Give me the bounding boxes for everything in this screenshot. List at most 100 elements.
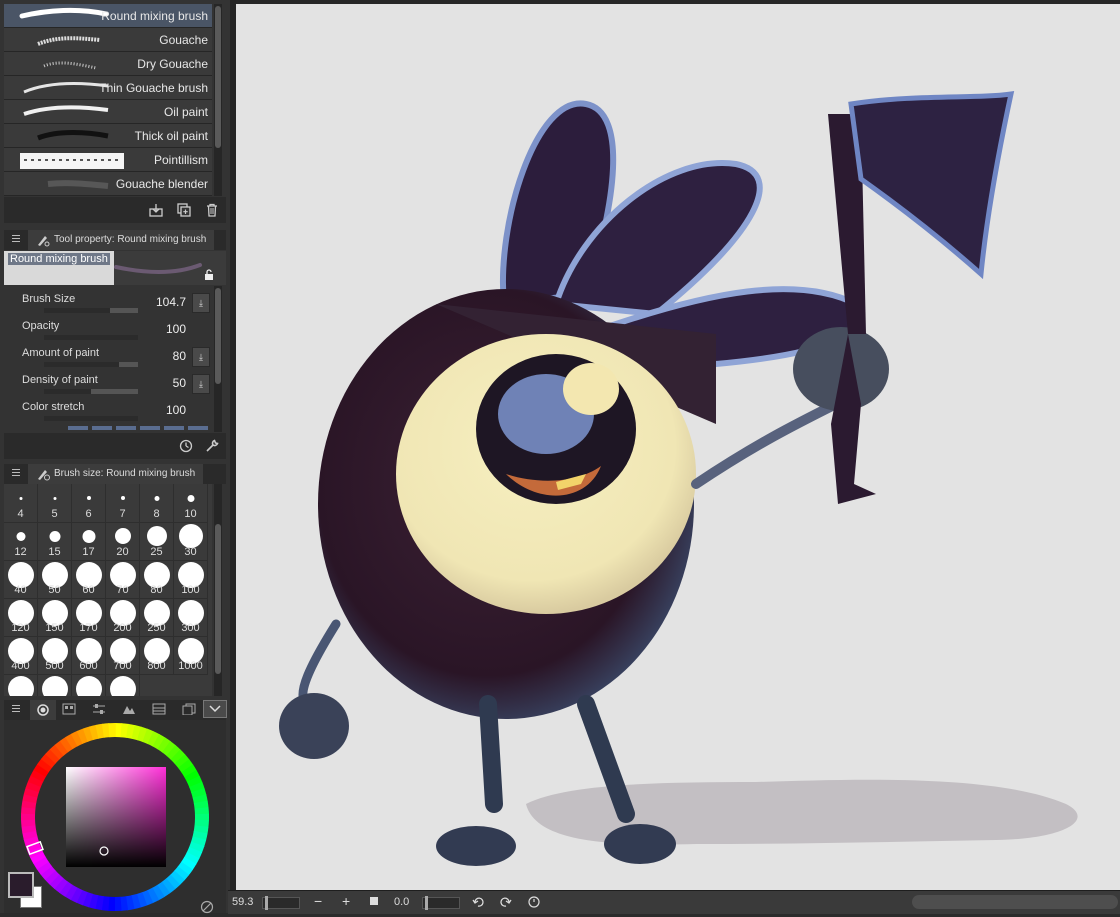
tab-color-history[interactable] xyxy=(152,703,166,718)
canvas[interactable] xyxy=(236,4,1120,890)
brush-size-cell[interactable]: 6 xyxy=(72,484,106,523)
tab-approximate-color[interactable] xyxy=(122,703,136,718)
transparent-color-icon[interactable] xyxy=(200,900,214,917)
rotate-right-icon[interactable] xyxy=(500,896,512,911)
brush-size-cell[interactable]: 20 xyxy=(106,522,140,561)
brush-size-cell[interactable] xyxy=(106,674,140,696)
brush-size-cell[interactable]: 170 xyxy=(72,598,106,637)
brush-size-cell[interactable]: 250 xyxy=(140,598,174,637)
duplicate-icon[interactable] xyxy=(174,200,194,220)
menu-icon[interactable] xyxy=(12,235,20,244)
brush-size-value: 7 xyxy=(119,508,126,520)
tab-color-set[interactable] xyxy=(62,703,76,718)
brush-size-cell[interactable]: 1000 xyxy=(174,636,208,675)
brush-size-cell[interactable] xyxy=(72,674,106,696)
fit-icon[interactable] xyxy=(370,896,378,908)
reset-rotation-icon[interactable] xyxy=(528,896,540,911)
menu-icon[interactable] xyxy=(12,705,20,714)
brush-size-cell[interactable]: 500 xyxy=(38,636,72,675)
brush-item[interactable]: Thin Gouache brush xyxy=(4,76,212,100)
expand-icon[interactable]: ⤓ xyxy=(192,293,210,313)
brush-size-cell[interactable]: 4 xyxy=(4,484,38,523)
zoom-out-button[interactable]: − xyxy=(314,893,322,909)
main-color-swatch[interactable] xyxy=(8,872,34,898)
brush-item[interactable]: Pointillism xyxy=(4,148,212,172)
brush-size-value: 1000 xyxy=(178,660,203,672)
brush-size-cell[interactable]: 5 xyxy=(38,484,72,523)
brush-item[interactable]: Thick oil paint xyxy=(4,124,212,148)
horizontal-scrollbar[interactable] xyxy=(912,895,1118,909)
brush-size-cell[interactable]: 120 xyxy=(4,598,38,637)
brush-size-cell[interactable]: 7 xyxy=(106,484,140,523)
brush-item-label: Pointillism xyxy=(153,153,208,167)
tab-tool-property[interactable]: Tool property: Round mixing brush xyxy=(28,230,215,250)
brush-size-cell[interactable] xyxy=(4,674,38,696)
brush-item[interactable]: Gouache blender xyxy=(4,172,212,196)
menu-icon[interactable] xyxy=(12,469,20,478)
zoom-in-button[interactable]: + xyxy=(342,893,350,909)
tool-property-scrollbar[interactable] xyxy=(214,286,222,432)
brush-size-cell[interactable]: 50 xyxy=(38,560,72,599)
brush-size-cell[interactable]: 150 xyxy=(38,598,72,637)
brush-size-cell[interactable]: 800 xyxy=(140,636,174,675)
brush-size-cell[interactable]: 80 xyxy=(140,560,174,599)
expand-icon[interactable]: ⤓ xyxy=(192,347,210,367)
property-slider[interactable] xyxy=(44,335,138,340)
property-value[interactable]: 80 xyxy=(173,349,186,363)
property-slider[interactable] xyxy=(44,416,138,421)
brush-size-cell[interactable] xyxy=(38,674,72,696)
panel-collapse-button[interactable] xyxy=(203,700,227,718)
brush-size-cell[interactable]: 70 xyxy=(106,560,140,599)
property-slider[interactable] xyxy=(44,362,138,367)
download-icon[interactable] xyxy=(146,200,166,220)
brush-size-scrollbar[interactable] xyxy=(214,484,222,696)
brush-size-dot xyxy=(109,676,136,696)
brush-list-scrollbar[interactable] xyxy=(214,4,222,196)
tab-intermediate-color[interactable] xyxy=(92,703,106,718)
tab-color-wheel[interactable] xyxy=(30,700,56,720)
wrench-icon[interactable] xyxy=(202,436,222,456)
reset-icon[interactable] xyxy=(176,436,196,456)
brush-size-value: 400 xyxy=(11,660,30,672)
property-value[interactable]: 50 xyxy=(173,376,186,390)
brush-size-cell[interactable]: 12 xyxy=(4,522,38,561)
color-wheel-panel xyxy=(4,720,226,914)
brush-size-cell[interactable]: 15 xyxy=(38,522,72,561)
property-value[interactable]: 104.7 xyxy=(156,295,186,309)
expand-icon[interactable]: ⤓ xyxy=(192,374,210,394)
color-wheel[interactable] xyxy=(4,720,226,913)
brush-size-cell[interactable]: 200 xyxy=(106,598,140,637)
brush-item[interactable]: Dry Gouache xyxy=(4,52,212,76)
brush-size-cell[interactable]: 600 xyxy=(72,636,106,675)
property-value[interactable]: 100 xyxy=(166,403,186,417)
property-slider[interactable] xyxy=(44,308,138,313)
brush-size-cell[interactable]: 10 xyxy=(174,484,208,523)
brush-item-label: Gouache xyxy=(159,33,208,47)
tab-sub-view[interactable] xyxy=(182,703,196,718)
brush-size-cell[interactable]: 100 xyxy=(174,560,208,599)
property-slider[interactable] xyxy=(44,389,138,394)
brush-size-cell[interactable]: 25 xyxy=(140,522,174,561)
brush-size-cell[interactable]: 8 xyxy=(140,484,174,523)
zoom-value[interactable]: 59.3 xyxy=(232,896,253,908)
brush-size-cell[interactable]: 400 xyxy=(4,636,38,675)
brush-size-cell[interactable]: 40 xyxy=(4,560,38,599)
trash-icon[interactable] xyxy=(202,200,222,220)
brush-size-cell[interactable]: 300 xyxy=(174,598,208,637)
brush-item[interactable]: Oil paint xyxy=(4,100,212,124)
brush-item[interactable]: Gouache xyxy=(4,28,212,52)
brush-item[interactable]: Round mixing brush xyxy=(4,4,212,28)
brush-size-cell[interactable]: 30 xyxy=(174,522,208,561)
lock-icon[interactable] xyxy=(204,269,214,283)
brush-size-cell[interactable]: 17 xyxy=(72,522,106,561)
brush-size-value: 25 xyxy=(150,546,163,558)
zoom-slider[interactable] xyxy=(262,896,300,910)
brush-size-value: 250 xyxy=(147,622,166,634)
rotation-slider[interactable] xyxy=(422,896,460,910)
rotation-value[interactable]: 0.0 xyxy=(394,896,409,908)
brush-size-cell[interactable]: 700 xyxy=(106,636,140,675)
brush-size-cell[interactable]: 60 xyxy=(72,560,106,599)
rotate-left-icon[interactable] xyxy=(472,896,484,911)
property-value[interactable]: 100 xyxy=(166,322,186,336)
tab-brush-size[interactable]: Brush size: Round mixing brush xyxy=(28,464,204,484)
